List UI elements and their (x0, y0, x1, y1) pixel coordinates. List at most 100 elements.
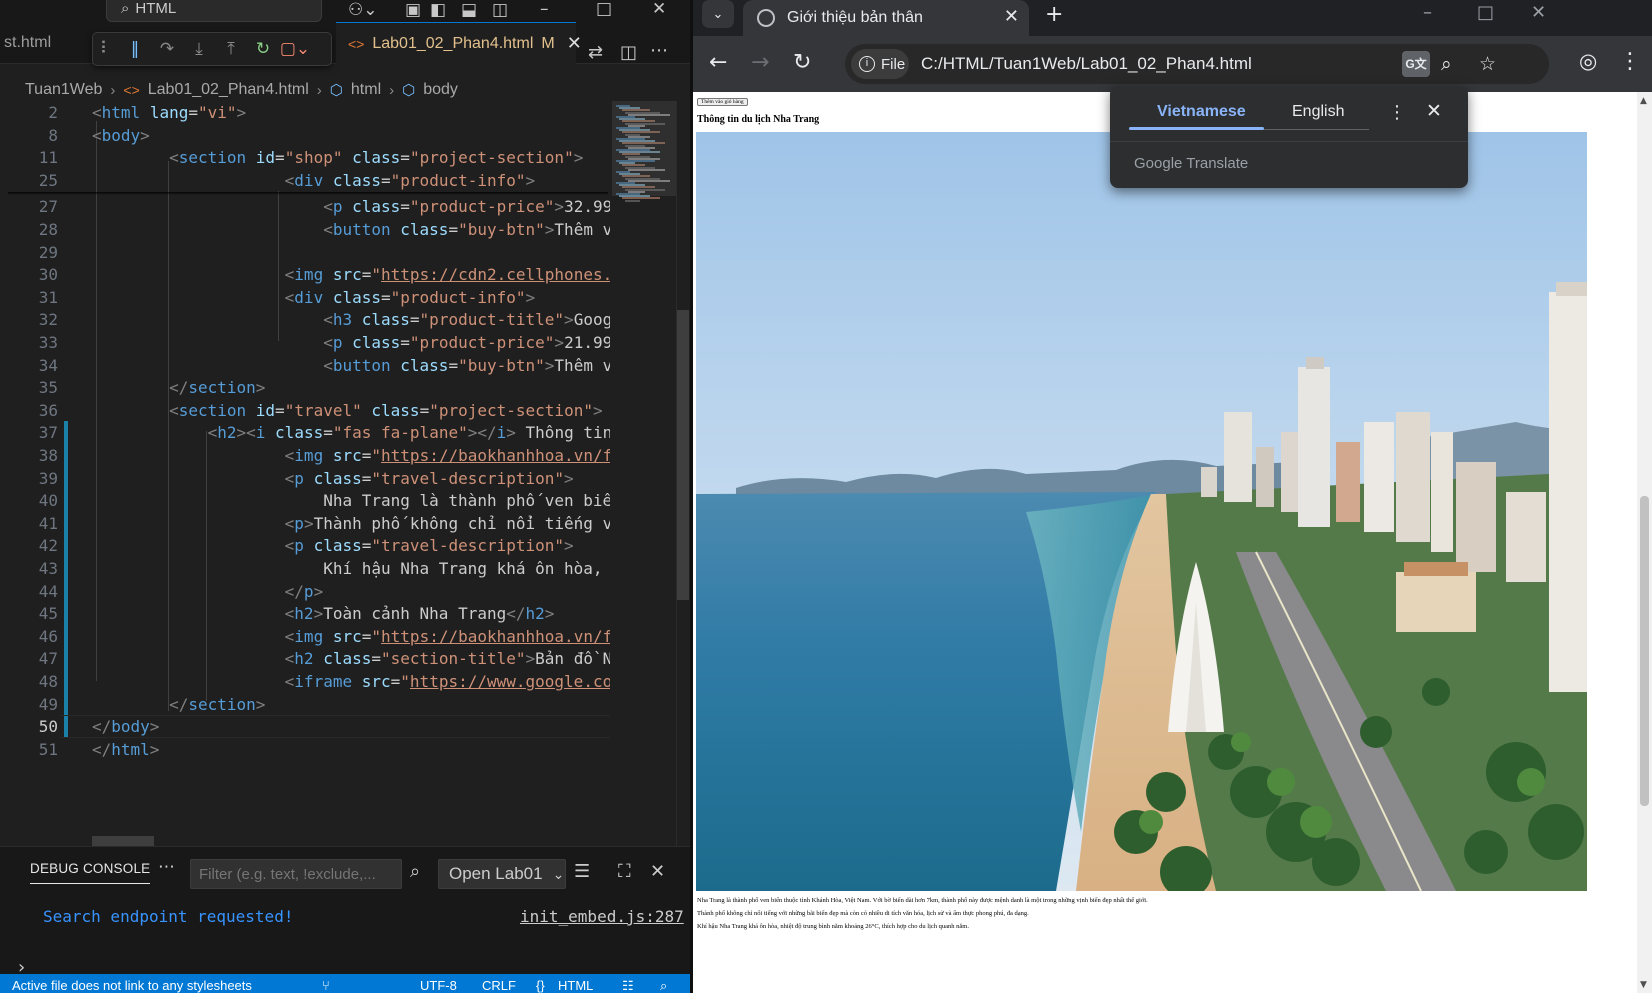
minimap[interactable] (612, 101, 676, 846)
kebab-menu-icon[interactable]: ⋮ (1388, 102, 1406, 123)
code-line[interactable]: 37 <h2><i class="fas fa-plane"></i> Thôn… (0, 421, 610, 444)
reload-icon[interactable]: ↻ (793, 50, 811, 75)
code-line[interactable]: 45 <h2>Toàn cảnh Nha Trang</h2> (0, 602, 610, 625)
browser-tab[interactable]: Giới thiệu bản thân ✕ (743, 0, 1029, 36)
step-into-icon[interactable]: ⤓ (183, 39, 215, 59)
code-line[interactable]: 32 <h3 class="product-title">Goog (0, 308, 610, 331)
code-line[interactable]: 30 <img src="https://cdn2.cellphones. (0, 263, 610, 286)
minimap-slider[interactable] (612, 101, 676, 196)
split-editor-icon[interactable]: ◫ (620, 42, 637, 63)
scroll-down-icon[interactable]: ▼ (1640, 980, 1647, 990)
word-wrap-icon[interactable]: ☰ (574, 861, 590, 882)
code-editor[interactable]: 2 <html lang="vi"> 8 <body> 11 <section id="… (0, 101, 692, 846)
close-icon[interactable]: ✕ (650, 861, 665, 882)
toggle-sidebar-icon[interactable]: ◧ (430, 0, 446, 20)
debug-session-select[interactable]: Open Lab01 ⌄ (438, 859, 566, 889)
compare-changes-icon[interactable]: ⇄ (588, 42, 603, 63)
status-eol[interactable]: CRLF (482, 978, 516, 993)
translate-icon[interactable]: G文 (1402, 51, 1430, 77)
url-text[interactable]: C:/HTML/Tuan1Web/Lab01_02_Phan4.html (921, 54, 1252, 74)
tab-target-language[interactable]: English (1292, 103, 1344, 121)
copilot-icon[interactable]: ⚇⌄ (348, 0, 377, 20)
maximize-icon[interactable]: □ (1477, 2, 1494, 23)
page-scrollbar-thumb[interactable] (1640, 496, 1649, 806)
close-window-icon[interactable]: ✕ (1531, 2, 1546, 23)
step-out-icon[interactable]: ⤒ (215, 39, 247, 59)
code-line[interactable]: 44 </p> (0, 580, 610, 603)
code-line[interactable]: 42 <p class="travel-description"> (0, 534, 610, 557)
editor-horizontal-scrollbar-thumb[interactable] (92, 836, 154, 846)
code-line[interactable]: 35 </section> (0, 376, 610, 399)
maximize-panel-icon[interactable]: ⛶ (618, 861, 631, 882)
close-icon[interactable]: ✕ (1004, 6, 1019, 27)
code-line[interactable]: 8 <body> (0, 124, 610, 147)
code-line[interactable]: 33 <p class="product-price">21.99( (0, 331, 610, 354)
code-line[interactable]: 31 <div class="product-info"> (0, 286, 610, 309)
code-line[interactable]: 40 Nha Trang là thành phố ven biể (0, 489, 610, 512)
add-to-cart-button[interactable]: Thêm vào giỏ hàng (697, 98, 748, 106)
tab-previous-file[interactable]: st.html (0, 22, 60, 64)
extensions-icon[interactable]: ☷ (622, 978, 634, 993)
breadcrumb-body[interactable]: body (423, 81, 458, 99)
notifications-icon[interactable]: ⌕ (660, 978, 667, 993)
close-icon[interactable]: ✕ (567, 33, 582, 54)
code-line[interactable]: 39 <p class="travel-description"> (0, 467, 610, 490)
code-line[interactable]: 38 <img src="https://baokhanhhoa.vn/f (0, 444, 610, 467)
tab-active-file[interactable]: <> Lab01_02_Phan4.html M ✕ (336, 22, 582, 64)
code-line[interactable]: 29 (0, 241, 610, 264)
breadcrumb-file[interactable]: Lab01_02_Phan4.html (148, 81, 309, 99)
code-line[interactable]: 27 <p class="product-price">32.99 (0, 195, 610, 218)
stop-icon[interactable]: ▢⌄ (279, 39, 311, 59)
address-bar[interactable]: i File C:/HTML/Tuan1Web/Lab01_02_Phan4.h… (845, 44, 1549, 84)
close-window-icon[interactable]: ✕ (652, 0, 666, 20)
profile-icon[interactable]: ◎ (1579, 49, 1597, 73)
code-line[interactable]: 2 <html lang="vi"> (0, 101, 610, 124)
code-line[interactable]: 49 </section> (0, 693, 610, 716)
console-message-source-link[interactable]: init_embed.js:287 (520, 907, 684, 926)
kebab-menu-icon[interactable]: ⋮ (1619, 49, 1641, 74)
more-actions-icon[interactable]: ⋯ (650, 40, 668, 61)
tab-source-language[interactable]: Vietnamese (1157, 103, 1246, 121)
code-line[interactable]: 47 <h2 class="section-title">Bản đồ N (0, 647, 610, 670)
more-icon[interactable]: ⋯ (158, 857, 175, 877)
code-line[interactable]: 11 <section id="shop" class="project-sec… (0, 146, 610, 169)
restart-icon[interactable]: ↻ (247, 39, 279, 59)
console-filter-input[interactable] (190, 859, 402, 889)
editor-scrollbar-thumb[interactable] (677, 310, 689, 600)
status-encoding[interactable]: UTF-8 (420, 978, 457, 993)
new-tab-plus-icon[interactable]: + (1045, 2, 1063, 27)
back-arrow-icon[interactable]: ← (709, 50, 727, 75)
code-line[interactable]: 43 Khí hậu Nha Trang khá ôn hòa, (0, 557, 610, 580)
toggle-secondary-sidebar-icon[interactable]: ◫ (492, 0, 508, 20)
close-icon[interactable]: ✕ (1426, 100, 1442, 122)
tab-debug-console[interactable]: DEBUG CONSOLE (30, 861, 151, 884)
forward-arrow-icon[interactable]: → (751, 50, 769, 75)
site-info-chip[interactable]: i File (851, 49, 909, 79)
status-message[interactable]: Active file does not link to any stylesh… (12, 978, 252, 993)
toggle-panel-icon[interactable]: ⬓ (461, 0, 477, 20)
maximize-icon[interactable]: □ (596, 0, 612, 20)
code-line[interactable]: 34 <button class="buy-btn">Thêm v (0, 354, 610, 377)
zoom-icon[interactable]: ⌕ (1441, 53, 1452, 75)
pause-icon[interactable]: ‖ (119, 39, 151, 59)
code-line[interactable]: 50 </body> (0, 715, 610, 738)
minimize-icon[interactable]: – (1423, 2, 1432, 23)
drag-handle-icon[interactable]: ⠇ (93, 39, 119, 59)
step-over-icon[interactable]: ↷ (151, 39, 183, 59)
code-line[interactable]: 46 <img src="https://baokhanhhoa.vn/f (0, 625, 610, 648)
code-line[interactable]: 28 <button class="buy-btn">Thêm v (0, 218, 610, 241)
minimize-icon[interactable]: – (540, 0, 549, 20)
breadcrumb-html[interactable]: html (351, 81, 381, 99)
code-line[interactable]: 41 <p>Thành phố không chỉ nổi tiếng v (0, 512, 610, 535)
bookmark-star-icon[interactable]: ☆ (1479, 53, 1496, 75)
command-center-search[interactable]: ⌕ HTML (106, 0, 322, 22)
breadcrumb-folder[interactable]: Tuan1Web (25, 81, 102, 99)
scroll-up-icon[interactable]: ▲ (1640, 96, 1647, 106)
tab-search-button[interactable]: ⌄ (702, 0, 734, 28)
code-line[interactable]: 48 <iframe src="https://www.google.co (0, 670, 610, 693)
customize-layout-icon[interactable]: ▣ (405, 0, 421, 20)
status-language[interactable]: HTML (558, 978, 593, 993)
code-line[interactable]: 51 </html> (0, 738, 610, 761)
code-line[interactable]: 25 <div class="product-info"> (0, 169, 610, 192)
code-line[interactable]: 36 <section id="travel" class="project-s… (0, 399, 610, 422)
